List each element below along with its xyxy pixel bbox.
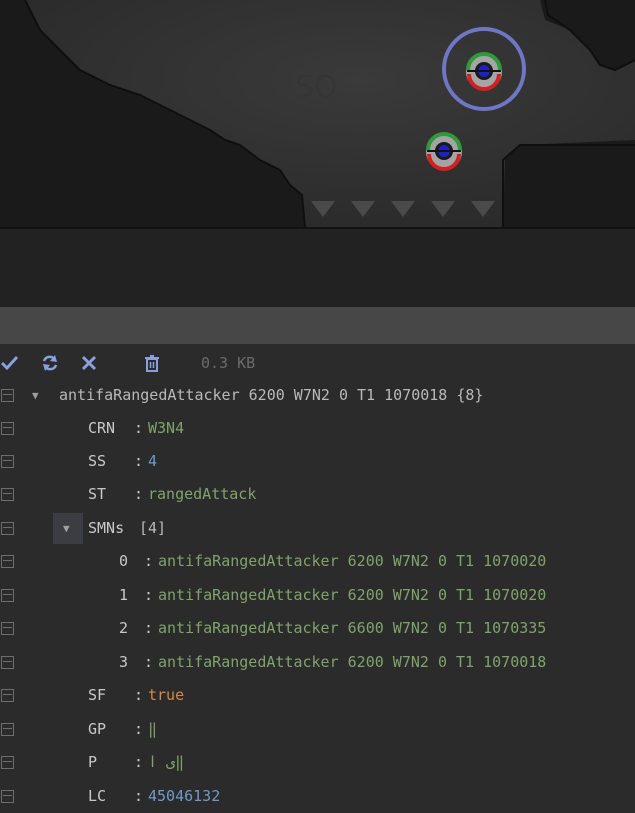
item-value[interactable]: antifaRangedAttacker 6200 W7N2 0 T1 1070…: [158, 646, 546, 679]
tree-row-gp[interactable]: GP : ‖: [0, 713, 635, 746]
field-colon: :: [134, 485, 144, 503]
tree-row-smn-item[interactable]: 0 : antifaRangedAttacker 6200 W7N2 0 T1 …: [0, 545, 635, 578]
field-value[interactable]: 45046132: [148, 780, 220, 813]
field-colon: :: [144, 552, 154, 570]
tree-row-smns[interactable]: ▼ SMNs [4]: [0, 512, 635, 545]
creep-unit-icon[interactable]: [423, 131, 465, 173]
row-checkbox[interactable]: [1, 689, 14, 702]
row-checkbox[interactable]: [1, 723, 14, 736]
row-checkbox[interactable]: [1, 522, 14, 535]
root-label: antifaRangedAttacker 6200 W7N2 0 T1 1070…: [59, 386, 484, 404]
row-checkbox[interactable]: [1, 422, 14, 435]
field-key: P: [88, 753, 98, 771]
collapse-arrow-icon[interactable]: ▼: [32, 379, 39, 412]
panel-resize-bar[interactable]: [0, 307, 635, 344]
field-colon: :: [134, 753, 144, 771]
field-colon: :: [144, 653, 154, 671]
trash-icon[interactable]: [142, 353, 162, 373]
tree-row-root[interactable]: ▼ antifaRangedAttacker 6200 W7N2 0 T1 10…: [0, 379, 635, 412]
field-key: SF: [88, 686, 107, 704]
tree-row-crn[interactable]: CRN : W3N4: [0, 412, 635, 445]
field-value[interactable]: ی ا‖: [148, 746, 184, 779]
item-index: 1: [119, 586, 129, 604]
item-value[interactable]: antifaRangedAttacker 6200 W7N2 0 T1 1070…: [158, 579, 546, 612]
tree-row-st[interactable]: ST : rangedAttack: [0, 478, 635, 511]
field-value[interactable]: 4: [148, 445, 157, 478]
field-colon: :: [134, 452, 144, 470]
item-index: 2: [119, 619, 129, 637]
field-value[interactable]: rangedAttack: [148, 478, 256, 511]
row-checkbox[interactable]: [1, 790, 14, 803]
row-checkbox[interactable]: [1, 589, 14, 602]
field-colon: :: [134, 419, 144, 437]
field-value[interactable]: W3N4: [148, 412, 184, 445]
item-index: 0: [119, 552, 129, 570]
row-checkbox[interactable]: [1, 756, 14, 769]
creep-unit-icon[interactable]: [463, 51, 505, 93]
memory-inspector-panel: 0.3 KB ▼ antifaRangedAttacker 6200 W7N2 …: [0, 344, 635, 806]
memory-toolbar: 0.3 KB: [0, 344, 635, 382]
field-key: ST: [88, 485, 107, 503]
field-key: SMNs: [88, 519, 125, 537]
row-checkbox[interactable]: [1, 656, 14, 669]
field-colon: :: [134, 787, 144, 805]
field-colon: :: [134, 720, 144, 738]
tree-row-sf[interactable]: SF : true: [0, 679, 635, 712]
close-icon[interactable]: [79, 353, 99, 373]
map-terrain: SO: [0, 0, 635, 307]
memory-size-label: 0.3 KB: [201, 354, 256, 372]
field-value[interactable]: true: [148, 679, 184, 712]
item-value[interactable]: antifaRangedAttacker 6200 W7N2 0 T1 1070…: [158, 545, 546, 578]
row-checkbox[interactable]: [1, 455, 14, 468]
svg-text:SO: SO: [295, 70, 338, 105]
row-checkbox[interactable]: [1, 555, 14, 568]
field-key: SS: [88, 452, 107, 470]
item-value[interactable]: antifaRangedAttacker 6600 W7N2 0 T1 1070…: [158, 612, 546, 645]
refresh-icon[interactable]: [40, 353, 60, 373]
tree-row-smn-item[interactable]: 3 : antifaRangedAttacker 6200 W7N2 0 T1 …: [0, 646, 635, 679]
array-count: [4]: [139, 519, 167, 537]
row-checkbox[interactable]: [1, 389, 14, 402]
field-value[interactable]: ‖: [148, 713, 157, 746]
collapse-arrow-icon[interactable]: ▼: [63, 512, 70, 545]
item-index: 3: [119, 653, 129, 671]
field-key: CRN: [88, 419, 116, 437]
field-colon: :: [134, 686, 144, 704]
tree-row-ss[interactable]: SS : 4: [0, 445, 635, 478]
tree-row-lc[interactable]: LC : 45046132: [0, 780, 635, 813]
field-colon: :: [144, 586, 154, 604]
game-map-view[interactable]: SO: [0, 0, 635, 307]
tree-row-smn-item[interactable]: 2 : antifaRangedAttacker 6600 W7N2 0 T1 …: [0, 612, 635, 645]
row-checkbox[interactable]: [1, 488, 14, 501]
row-checkbox[interactable]: [1, 622, 14, 635]
check-icon[interactable]: [0, 353, 20, 373]
field-key: GP: [88, 720, 107, 738]
field-key: LC: [88, 787, 107, 805]
field-colon: :: [144, 619, 154, 637]
tree-row-smn-item[interactable]: 1 : antifaRangedAttacker 6200 W7N2 0 T1 …: [0, 579, 635, 612]
tree-row-p[interactable]: P : ی ا‖: [0, 746, 635, 779]
